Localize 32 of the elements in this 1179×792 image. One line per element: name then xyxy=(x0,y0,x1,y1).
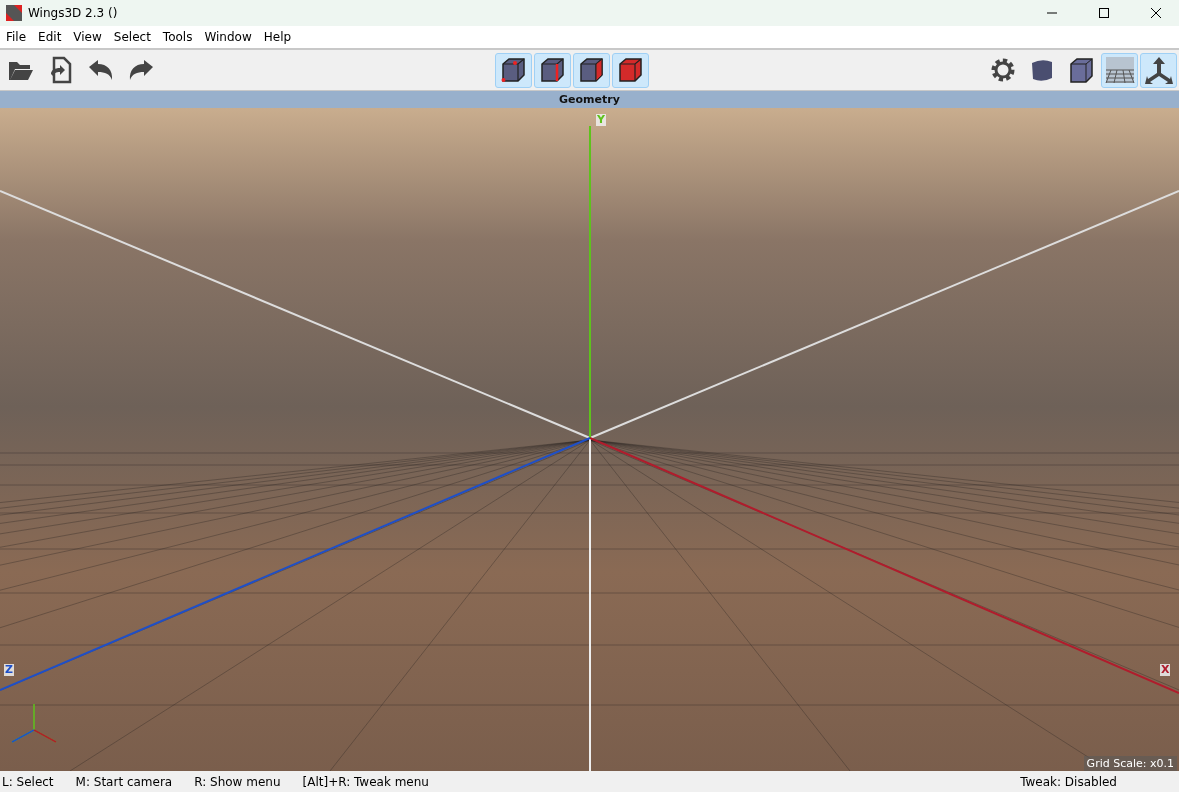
3d-viewport[interactable]: Y Z X Grid Scale: x0.1 xyxy=(0,108,1179,771)
grid-scale-label: Grid Scale: x0.1 xyxy=(1083,756,1177,771)
selection-mode-button[interactable] xyxy=(572,52,610,88)
window-title: Wings3D 2.3 () xyxy=(28,6,119,20)
axis-label: Z xyxy=(4,664,14,676)
menu-item[interactable]: View xyxy=(67,30,108,44)
axes-icon xyxy=(1143,55,1174,85)
menu-item[interactable]: Help xyxy=(257,30,298,44)
status-hint: R: Show menu xyxy=(194,774,281,789)
selection-mode-button[interactable] xyxy=(533,52,571,88)
app-logo-icon xyxy=(6,5,22,21)
status-hint: [Alt]+R: Tweak menu xyxy=(302,774,429,789)
toolbar-button[interactable] xyxy=(1140,52,1177,88)
menu-item[interactable]: Select xyxy=(107,30,157,44)
toolbar-button[interactable] xyxy=(1101,52,1138,88)
maximize-icon xyxy=(1098,7,1110,19)
close-icon xyxy=(1150,7,1162,19)
axis-label: Y xyxy=(596,114,606,126)
menu-item[interactable]: Tools xyxy=(156,30,199,44)
status-hint: L: Select xyxy=(2,774,54,789)
document-arrow-icon[interactable] xyxy=(48,56,73,84)
viewport-title: Geometry xyxy=(559,93,620,106)
menu-item[interactable]: File xyxy=(0,30,33,44)
axis-label: X xyxy=(1160,664,1171,676)
selection-mode-button[interactable] xyxy=(494,52,532,88)
menu-item[interactable]: Window xyxy=(198,30,258,44)
selection-mode-button[interactable] xyxy=(611,52,649,88)
ground-grid-icon xyxy=(1104,56,1135,84)
tweak-status: Tweak: Disabled xyxy=(1020,774,1117,789)
status-hint: M: Start camera xyxy=(75,774,173,789)
menu-item[interactable]: Edit xyxy=(32,30,68,44)
mini-axes-icon xyxy=(11,703,57,743)
